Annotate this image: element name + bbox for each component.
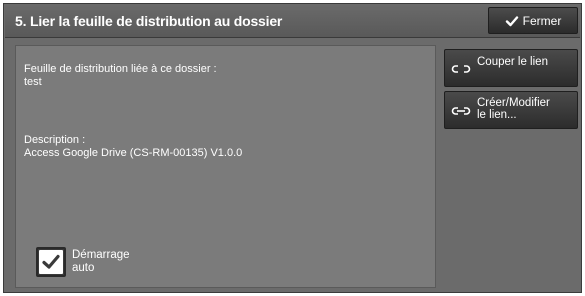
edit-link-label-line2: le lien... <box>477 109 517 121</box>
close-button-label: Fermer <box>522 13 562 28</box>
close-button[interactable]: Fermer <box>488 7 578 34</box>
sheet-value: test <box>24 76 42 88</box>
checkmark-icon <box>42 254 60 269</box>
broken-link-icon <box>451 63 471 75</box>
link-icon <box>451 105 471 117</box>
edit-link-button[interactable]: Créer/Modifier le lien... <box>444 91 578 129</box>
page-title: 5. Lier la feuille de distribution au do… <box>15 13 283 29</box>
unlink-label: Couper le lien <box>477 56 548 68</box>
check-icon <box>505 14 519 28</box>
auto-start-toggle[interactable]: Démarrage auto <box>36 245 142 279</box>
edit-link-label-line1: Créer/Modifier <box>477 97 550 109</box>
unlink-button[interactable]: Couper le lien <box>444 49 578 87</box>
details-panel: Feuille de distribution liée à ce dossie… <box>15 45 436 288</box>
description-value: Access Google Drive (CS-RM-00135) V1.0.0 <box>24 147 243 159</box>
auto-start-checkbox[interactable] <box>36 247 66 277</box>
dialog-frame: 5. Lier la feuille de distribution au do… <box>3 3 582 293</box>
description-label: Description : <box>24 134 86 146</box>
title-bar: 5. Lier la feuille de distribution au do… <box>5 5 580 38</box>
sheet-label: Feuille de distribution liée à ce dossie… <box>24 63 217 75</box>
auto-start-label: Démarrage auto <box>72 249 130 274</box>
